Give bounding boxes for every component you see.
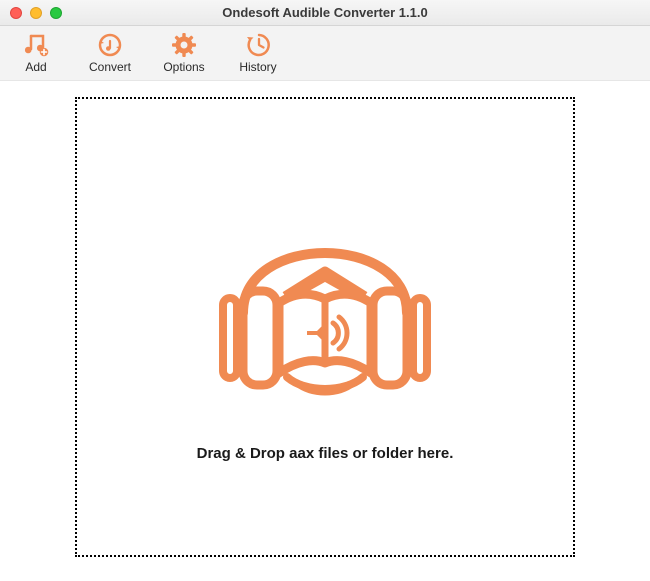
audiobook-headphones-icon	[205, 193, 445, 413]
add-music-icon	[23, 32, 49, 58]
history-button[interactable]: History	[236, 32, 280, 74]
convert-icon	[97, 32, 123, 58]
window-title: Ondesoft Audible Converter 1.1.0	[0, 5, 650, 20]
window-controls	[0, 7, 62, 19]
convert-button[interactable]: Convert	[88, 32, 132, 74]
main-area: Drag & Drop aax files or folder here.	[0, 81, 650, 581]
toolbar: Add Convert	[0, 26, 650, 81]
drop-zone[interactable]: Drag & Drop aax files or folder here.	[75, 97, 575, 557]
toolbar-label: Add	[25, 60, 46, 74]
toolbar-label: History	[239, 60, 276, 74]
close-icon[interactable]	[10, 7, 22, 19]
toolbar-label: Options	[163, 60, 204, 74]
add-button[interactable]: Add	[14, 32, 58, 74]
minimize-icon[interactable]	[30, 7, 42, 19]
gear-icon	[171, 32, 197, 58]
dropzone-instruction: Drag & Drop aax files or folder here.	[197, 445, 454, 462]
window-titlebar: Ondesoft Audible Converter 1.1.0	[0, 0, 650, 26]
history-icon	[245, 32, 271, 58]
toolbar-label: Convert	[89, 60, 131, 74]
maximize-icon[interactable]	[50, 7, 62, 19]
options-button[interactable]: Options	[162, 32, 206, 74]
